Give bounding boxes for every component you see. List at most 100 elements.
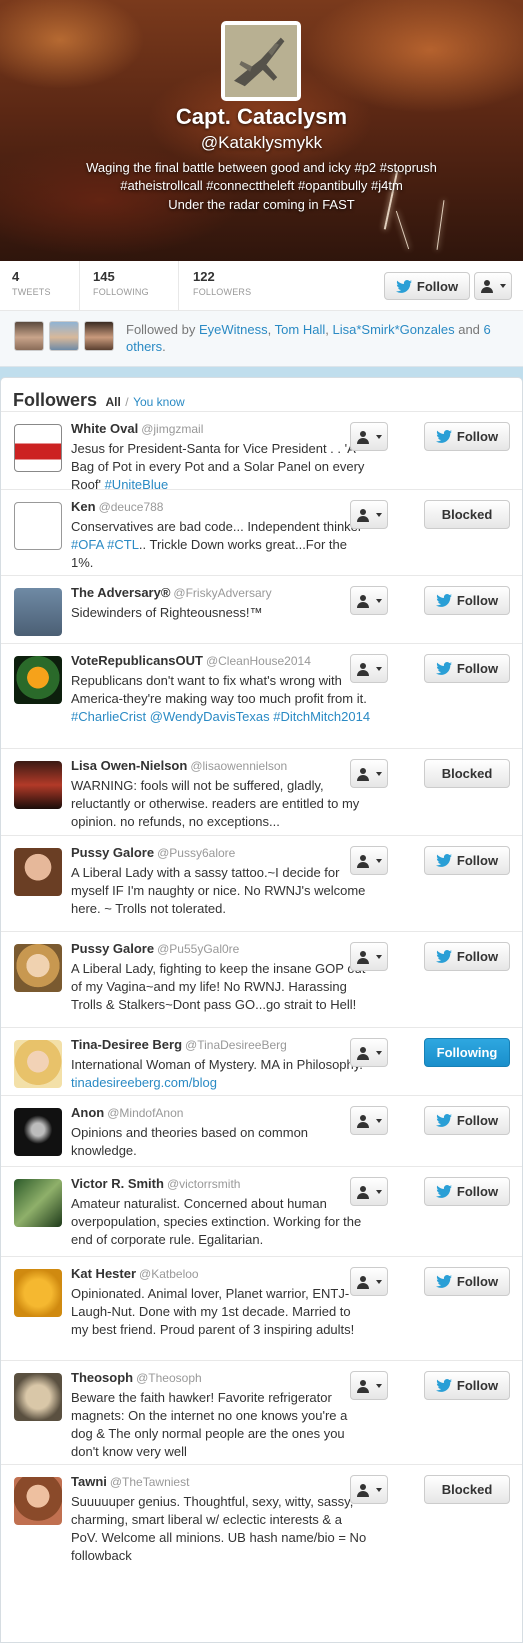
follower-name[interactable]: Pussy Galore [71, 941, 154, 956]
follower-avatar[interactable] [14, 656, 62, 704]
follower-name[interactable]: Lisa Owen-Nielson [71, 758, 187, 773]
follower-bio-link[interactable]: #CharlieCrist @WendyDavisTexas #DitchMit… [71, 709, 370, 724]
follower-handle[interactable]: @victorrsmith [167, 1177, 241, 1191]
user-actions-menu-button[interactable] [350, 1177, 388, 1206]
user-actions-menu-button[interactable] [350, 1038, 388, 1067]
follow-button[interactable]: Follow [424, 846, 510, 875]
followed-by-link[interactable]: EyeWitness [199, 322, 268, 337]
twitter-bird-icon [435, 1114, 452, 1127]
follower-handle[interactable]: @Theosoph [136, 1371, 202, 1385]
follower-avatar[interactable] [14, 1373, 62, 1421]
user-actions-menu-button[interactable] [350, 846, 388, 875]
profile-avatar[interactable] [221, 21, 301, 101]
action-button-label: Follow [456, 661, 499, 676]
follower-handle[interactable]: @jimgzmail [141, 422, 203, 436]
action-button-label: Follow [456, 1274, 499, 1289]
profile-user-menu-button[interactable] [474, 272, 512, 300]
follow-button[interactable]: Follow [424, 422, 510, 451]
follower-avatar[interactable] [14, 1269, 62, 1317]
follower-name[interactable]: Ken [71, 499, 96, 514]
follower-bio-text: Republicans don't want to fix what's wro… [71, 673, 367, 706]
user-actions-menu-button[interactable] [350, 759, 388, 788]
user-actions-menu-button[interactable] [350, 1371, 388, 1400]
follower-avatar[interactable] [14, 848, 62, 896]
stat-tweets[interactable]: 4 TWEETS [12, 269, 51, 297]
follower-name-line: Anon @MindofAnon [71, 1105, 183, 1120]
stat-following[interactable]: 145 FOLLOWING [93, 269, 149, 297]
user-actions-menu-button[interactable] [350, 586, 388, 615]
follower-name[interactable]: The Adversary® [71, 585, 170, 600]
follower-avatar[interactable] [14, 1477, 62, 1525]
follower-name[interactable]: Tawni [71, 1474, 107, 1489]
follower-name[interactable]: VoteRepublicansOUT [71, 653, 203, 668]
follower-name[interactable]: Anon [71, 1105, 104, 1120]
follow-button[interactable]: Follow [424, 942, 510, 971]
followed-by-link[interactable]: Lisa*Smirk*Gonzales [332, 322, 454, 337]
follower-avatar[interactable] [14, 502, 62, 550]
follower-bio-text: A Liberal Lady, fighting to keep the ins… [71, 961, 366, 1012]
person-icon [357, 1046, 369, 1060]
person-icon [357, 662, 369, 676]
follower-handle[interactable]: @Pu55yGal0re [157, 942, 239, 956]
user-actions-menu-button[interactable] [350, 500, 388, 529]
follower-bio-link[interactable]: tinadesireeberg.com/blog [71, 1075, 217, 1090]
follower-row: Victor R. Smith @victorrsmith Amateur natu… [1, 1166, 522, 1256]
follower-handle[interactable]: @deuce788 [99, 500, 164, 514]
follower-avatar[interactable] [14, 1108, 62, 1156]
profile-follow-button[interactable]: Follow [384, 272, 470, 300]
user-actions-menu-button[interactable] [350, 942, 388, 971]
follower-avatar-tom-hall[interactable] [49, 321, 79, 351]
follower-handle[interactable]: @TinaDesireeBerg [185, 1038, 287, 1052]
followed-by-prefix: Followed by [126, 322, 196, 337]
follow-button[interactable]: Follow [424, 1106, 510, 1135]
follower-name[interactable]: Theosoph [71, 1370, 133, 1385]
follower-bio-link[interactable]: #OFA #CTL [71, 537, 139, 552]
follower-name[interactable]: White Oval [71, 421, 138, 436]
follower-avatar[interactable] [14, 761, 62, 809]
follower-handle[interactable]: @FriskyAdversary [173, 586, 271, 600]
follow-button[interactable]: Follow [424, 654, 510, 683]
stat-followers[interactable]: 122 FOLLOWERS [193, 269, 251, 297]
chevron-down-icon [376, 1487, 382, 1492]
follower-handle[interactable]: @lisaowennielson [190, 759, 287, 773]
blocked-button[interactable]: Blocked [424, 500, 510, 529]
follow-button[interactable]: Follow [424, 586, 510, 615]
follower-handle[interactable]: @CleanHouse2014 [206, 654, 311, 668]
action-button-label: Follow [456, 949, 499, 964]
follower-avatar[interactable] [14, 944, 62, 992]
user-actions-menu-button[interactable] [350, 422, 388, 451]
action-button-label: Follow [456, 593, 499, 608]
follower-avatar[interactable] [14, 424, 62, 472]
follow-button[interactable]: Follow [424, 1177, 510, 1206]
follower-avatar[interactable] [14, 588, 62, 636]
follower-handle[interactable]: @TheTawniest [110, 1475, 190, 1489]
follower-avatar[interactable] [14, 1040, 62, 1088]
follower-avatar[interactable] [14, 1179, 62, 1227]
profile-header-banner: Capt. Cataclysm @Kataklysmykk Waging the… [0, 0, 523, 261]
followed-by-link[interactable]: Tom Hall [275, 322, 326, 337]
follower-handle[interactable]: @Pussy6alore [157, 846, 235, 860]
follow-button[interactable]: Follow [424, 1371, 510, 1400]
filter-all[interactable]: All [105, 395, 120, 409]
follow-button[interactable]: Follow [424, 1267, 510, 1296]
follower-avatar-eyewitness[interactable] [14, 321, 44, 351]
stat-label: TWEETS [12, 287, 51, 297]
following-button[interactable]: Following [424, 1038, 510, 1067]
filter-you-know[interactable]: You know [133, 395, 185, 409]
follower-name[interactable]: Victor R. Smith [71, 1176, 164, 1191]
follower-handle[interactable]: @MindofAnon [107, 1106, 183, 1120]
follower-avatar-lisa[interactable] [84, 321, 114, 351]
user-actions-menu-button[interactable] [350, 654, 388, 683]
user-actions-menu-button[interactable] [350, 1475, 388, 1504]
blocked-button[interactable]: Blocked [424, 1475, 510, 1504]
blocked-button[interactable]: Blocked [424, 759, 510, 788]
follower-name[interactable]: Kat Hester [71, 1266, 136, 1281]
follower-row: Pussy Galore @Pu55yGal0re A Liberal Lady, … [1, 931, 522, 1027]
user-actions-menu-button[interactable] [350, 1106, 388, 1135]
user-actions-menu-button[interactable] [350, 1267, 388, 1296]
follower-handle[interactable]: @Katbeloo [139, 1267, 199, 1281]
follower-name[interactable]: Pussy Galore [71, 845, 154, 860]
person-icon [357, 508, 369, 522]
follower-bio: Opinionated. Animal lover, Planet warrio… [71, 1285, 371, 1339]
follower-name[interactable]: Tina-Desiree Berg [71, 1037, 182, 1052]
